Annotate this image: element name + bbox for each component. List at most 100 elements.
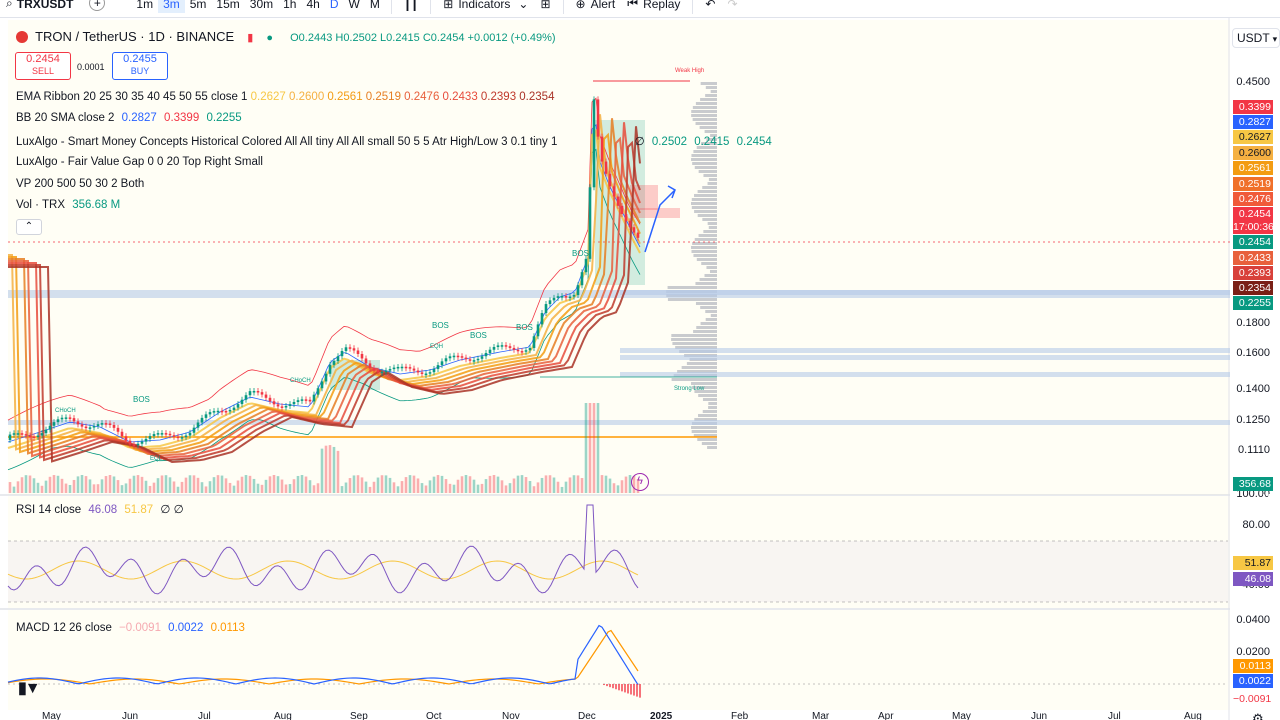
volume-profile-bar <box>695 282 717 285</box>
candle <box>72 418 76 422</box>
volume-bar <box>624 476 628 493</box>
indicators-button[interactable]: ⊞ Indicators ⌄ <box>437 0 534 13</box>
volume-profile-bar <box>704 274 717 277</box>
legend-vol[interactable]: Vol · TRX 356.68 M <box>16 199 120 211</box>
volume-bar <box>28 475 32 493</box>
tradingview-logo[interactable]: ▮▼ <box>18 678 41 698</box>
candle <box>92 426 96 428</box>
volume-profile-bar <box>691 426 717 429</box>
volume-profile-bar <box>695 302 717 305</box>
undo-button[interactable]: ↶ <box>699 0 721 13</box>
candle <box>316 388 320 395</box>
volume-bar <box>212 477 216 493</box>
candle <box>552 297 556 301</box>
buy-button[interactable]: 0.2455 BUY <box>112 52 168 80</box>
volume-profile-bar <box>691 430 717 433</box>
volume-bar <box>564 481 568 493</box>
volume-bar <box>16 481 20 493</box>
volume-bar <box>488 475 492 493</box>
macd-hist-bar <box>636 684 638 697</box>
legend-vp[interactable]: VP 200 500 50 30 2 Both <box>16 178 144 190</box>
volume-bar <box>304 476 308 493</box>
volume-profile-bar <box>698 170 717 173</box>
candle <box>108 423 112 426</box>
volume-bar <box>144 480 148 493</box>
sell-button[interactable]: 0.2454 SELL <box>15 52 71 80</box>
lightning-icon[interactable]: ϟ <box>631 473 649 491</box>
timeframe-1m[interactable]: 1m <box>131 0 158 13</box>
symbol-search[interactable]: ⌕ TRXUSDT <box>0 0 79 13</box>
timeframe-4h[interactable]: 4h <box>301 0 324 13</box>
volume-profile-bar <box>681 366 717 369</box>
symbol-label: TRXUSDT <box>16 0 74 11</box>
legend-ema[interactable]: EMA Ribbon 20 25 30 35 40 45 50 55 close… <box>16 91 554 103</box>
candle <box>476 358 480 361</box>
chart-title[interactable]: TRON / TetherUS · 1D · BINANCE <box>35 29 234 44</box>
volume-profile-bar <box>702 186 717 189</box>
timeframe-5m[interactable]: 5m <box>185 0 212 13</box>
legend-smc[interactable]: LuxAlgo - Smart Money Concepts Historica… <box>16 134 772 148</box>
volume-bar <box>160 475 164 493</box>
currency-select[interactable]: USDT ▾ <box>1232 28 1280 48</box>
candle <box>212 411 216 413</box>
timeframe-3m[interactable]: 3m <box>158 0 185 13</box>
collapse-legend-button[interactable]: ⌃ <box>16 219 42 235</box>
chart-type-button[interactable]: ┃┃ <box>398 0 424 13</box>
volume-bar <box>532 486 536 493</box>
volume-bar <box>320 448 324 493</box>
volume-bar <box>548 475 552 493</box>
timeframe-1h[interactable]: 1h <box>278 0 301 13</box>
candle <box>512 347 516 350</box>
compare-add-button[interactable]: + <box>89 0 106 11</box>
settings-gear-icon[interactable]: ⚙ <box>1252 711 1264 720</box>
candle <box>152 434 156 437</box>
candle <box>424 373 428 376</box>
volume-profile-bar <box>708 226 717 229</box>
timeframe-w[interactable]: W <box>344 0 365 13</box>
candle <box>368 363 372 369</box>
volume-bar <box>472 479 476 493</box>
legend-macd[interactable]: MACD 12 26 close −0.0091 0.0022 0.0113 <box>16 622 245 634</box>
price-axis-label: 0.4500 <box>1236 76 1270 88</box>
price-axis-label: 0.1600 <box>1236 347 1270 359</box>
volume-profile-bar <box>692 162 717 165</box>
candle <box>80 424 84 427</box>
candle <box>532 336 536 348</box>
time-axis-label: Sep <box>350 711 368 720</box>
price-tag: 0.2393 <box>1233 266 1273 280</box>
price-tag: 0.2827 <box>1233 115 1273 129</box>
candle <box>628 221 632 228</box>
legend-fvg[interactable]: LuxAlgo - Fair Value Gap 0 0 20 Top Righ… <box>16 156 263 168</box>
redo-button[interactable]: ↷ <box>721 0 743 13</box>
flag-icon[interactable]: ▮ <box>247 32 253 44</box>
candle <box>172 435 176 437</box>
volume-bar <box>40 485 44 493</box>
timeframe-30m[interactable]: 30m <box>245 0 278 13</box>
macd-value: 0.0022 <box>168 622 204 634</box>
timeframe-d[interactable]: D <box>325 0 344 13</box>
smc-value: 0.2415 <box>694 136 730 148</box>
candle <box>236 404 240 408</box>
timeframe-m[interactable]: M <box>365 0 385 13</box>
volume-bar <box>476 484 480 493</box>
volume-bar <box>396 486 400 493</box>
volume-profile-bar <box>671 338 717 341</box>
layouts-button[interactable]: ⊞ <box>534 0 556 13</box>
volume-bar <box>168 477 172 493</box>
smc-label: CHoCH <box>290 378 311 384</box>
volume-bar <box>72 479 76 493</box>
timeframe-15m[interactable]: 15m <box>211 0 244 13</box>
legend-bb[interactable]: BB 20 SMA close 2 0.2827 0.3399 0.2255 <box>16 112 242 124</box>
candle <box>192 427 196 433</box>
replay-button[interactable]: ⏮ Replay <box>621 0 686 13</box>
legend-rsi[interactable]: RSI 14 close 46.08 51.87 ∅ ∅ <box>16 502 184 516</box>
volume-bar <box>416 478 420 493</box>
smc-value: ∅ <box>634 136 645 148</box>
time-axis-label: Apr <box>878 711 894 720</box>
alert-button[interactable]: ⊕ Alert <box>570 0 622 13</box>
volume-bar <box>452 484 456 493</box>
chart-area[interactable]: BOS BOS BOS BOS BOS CHoCH CHoCH EQH EQL Weak High… <box>0 18 1280 720</box>
volume-bar <box>76 476 80 493</box>
candle <box>280 406 284 408</box>
volume-profile-bar <box>703 174 717 177</box>
